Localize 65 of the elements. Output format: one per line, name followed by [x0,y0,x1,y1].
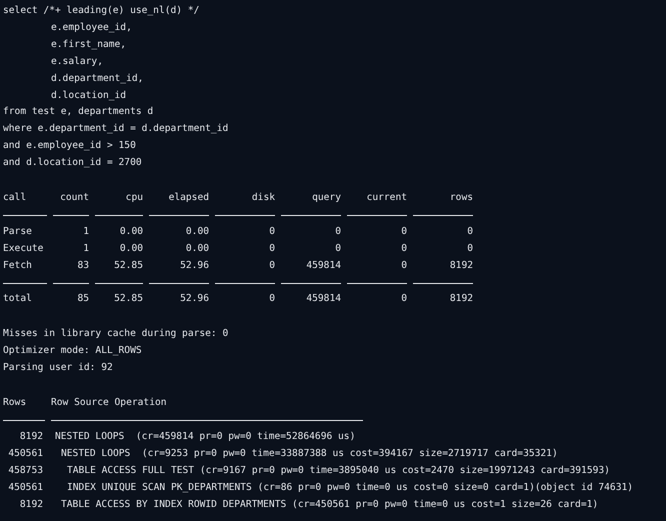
sql-line: and e.employee_id > 150 [3,139,136,154]
row-count: 8192 [18,430,43,444]
table-cell-text: 0 [268,292,275,306]
table-cell-text: 0 [334,242,341,256]
table-cell-text: total [3,292,33,306]
table-cell-text: 0 [466,224,473,239]
column-header: query [311,191,341,206]
operation-text: TABLE ACCESS FULL TEST (cr=9167 pr=0 pw=0 time=3895040 us cost=2470 size=19971243 card=391593) [67,464,610,478]
operation-text: NESTED LOOPS (cr=9253 pr=0 pw=0 time=33887388 us cost=394167 size=2719717 card=35321) [61,446,558,461]
operation-text: INDEX UNIQUE SCAN PK_DEPARTMENTS (cr=86 pr=0 pw=0 time=0 us cost=0 size=0 card=1)(object id 74631) [67,480,634,495]
table-cell-text: Execute [3,242,44,256]
table-cell-text: 0.00 [118,242,143,256]
table-cell-text: 0 [400,292,407,306]
table-cell-text: 1 [82,224,89,239]
table-cell-text: 0 [400,242,407,256]
table-cell-text: 0.00 [184,224,209,239]
sql-line: d.location_id [51,88,126,103]
table-cell-text: 8192 [448,258,473,273]
info-line: Misses in library cache during parse: 0 [3,327,228,342]
table-cell-text: 0 [400,258,407,273]
table-cell-text: 0 [466,242,473,256]
sql-line: d.department_id, [51,72,144,86]
table-cell-text: 1 [82,242,89,256]
column-header: disk [250,191,275,206]
column-header: cpu [124,191,143,206]
column-header: elapsed [168,191,209,206]
table-cell-text: 52.85 [113,258,143,273]
table-cell-text: 0 [268,258,275,273]
sql-line: and d.location_id = 2700 [3,156,142,170]
sql-line: e.first_name, [51,38,126,52]
table-cell-text: 52.96 [179,258,209,273]
table-cell-text: Parse [3,224,33,239]
table-cell-text: 459814 [305,258,341,273]
table-cell-text: 85 [76,292,89,306]
table-cell-text: 0 [400,224,407,239]
column-header: Row Source Operation [51,396,167,410]
table-cell-text: 0 [268,242,275,256]
table-cell-text: 52.96 [179,292,209,306]
row-count: 8192 [18,498,43,512]
table-cell-text: 52.85 [113,292,143,306]
table-cell-text: 83 [76,258,89,273]
row-count: 450561 [7,446,43,461]
row-count: 450561 [7,480,43,495]
table-cell-text: Fetch [3,258,33,273]
sql-line: where e.department_id = d.department_id [3,122,228,136]
table-cell-text: 459814 [305,292,341,306]
table-cell-text: 0 [334,224,341,239]
info-line: Parsing user id: 92 [3,361,113,376]
info-line: Optimizer mode: ALL_ROWS [3,344,142,358]
column-header: Rows [3,396,28,410]
column-header: current [366,191,407,206]
table-cell-text: 0 [268,224,275,239]
sql-line: from test e, departments d [3,105,154,120]
sql-line: select /*+ leading(e) use_nl(d) */ [3,4,200,18]
row-count: 458753 [7,464,43,478]
sql-line: e.employee_id, [51,20,132,35]
column-header: call [3,191,28,206]
column-header: rows [448,191,473,206]
table-cell-text: 0.00 [184,242,209,256]
table-cell-text: 0.00 [118,224,143,239]
sql-line: e.salary, [51,54,103,69]
operation-text: TABLE ACCESS BY INDEX ROWID DEPARTMENTS (cr=450561 pr=0 pw=0 time=0 us cost=1 size=26 card=1) [61,498,598,512]
column-header: count [59,191,89,206]
table-cell-text: 8192 [448,292,473,306]
operation-text: NESTED LOOPS (cr=459814 pr=0 pw=0 time=52864696 us) [55,430,356,444]
